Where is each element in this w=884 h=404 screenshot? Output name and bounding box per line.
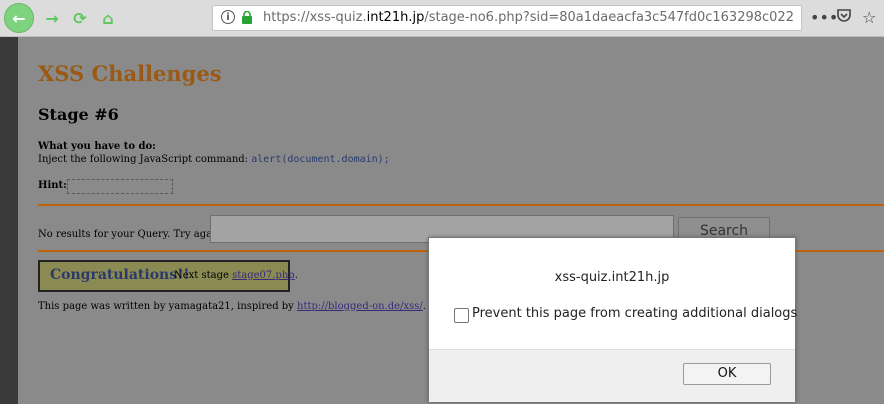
ok-button[interactable]: OK: [683, 363, 771, 385]
congrats-box: Congratulations!! Next stage stage07.php…: [38, 260, 298, 292]
alert-dialog: xss-quiz.int21h.jp Prevent this page fro…: [428, 237, 797, 402]
footer: This page was written by yamagata21, ins…: [38, 301, 426, 312]
url-text: https://xss-quiz.int21h.jp/stage-no6.php…: [263, 10, 794, 25]
congrats-title: Congratulations!!: [50, 267, 190, 283]
address-bar[interactable]: i https://xss-quiz.int21h.jp/stage-no6.p…: [212, 5, 802, 31]
reload-icon[interactable]: ⟳: [68, 6, 92, 30]
task-code: alert(document.domain);: [251, 154, 390, 165]
dialog-footer: OK: [429, 349, 795, 402]
dialog-message: xss-quiz.int21h.jp: [554, 270, 670, 285]
next-stage-text: Next stage stage07.php.: [174, 270, 298, 281]
divider-top: [38, 204, 884, 206]
info-icon[interactable]: i: [221, 10, 235, 24]
more-icon[interactable]: •••: [810, 8, 838, 27]
task-description: Inject the following JavaScript command:…: [38, 154, 390, 165]
forward-arrow-icon[interactable]: →: [40, 6, 64, 30]
side-strip: [0, 37, 18, 404]
back-arrow-icon[interactable]: ←: [4, 3, 34, 33]
prevent-dialogs-checkbox[interactable]: [454, 308, 469, 323]
query-message: No results for your Query. Try again:: [38, 229, 226, 240]
lock-icon: [242, 11, 252, 24]
hint-label: Hint:: [38, 180, 67, 191]
prevent-dialogs-label[interactable]: Prevent this page from creating addition…: [472, 306, 797, 321]
stage-heading: Stage #6: [38, 105, 119, 124]
task-heading: What you have to do:: [38, 141, 156, 152]
page-title: XSS Challenges: [38, 61, 222, 86]
hint-box[interactable]: [67, 179, 173, 194]
home-icon[interactable]: ⌂: [96, 6, 120, 30]
star-icon[interactable]: ☆: [862, 8, 876, 27]
browser-toolbar: ← → ⟳ ⌂ i https://xss-quiz.int21h.jp/sta…: [0, 0, 884, 37]
pocket-icon[interactable]: [836, 8, 852, 27]
footer-link[interactable]: http://blogged-on.de/xss/: [297, 301, 423, 312]
next-stage-link[interactable]: stage07.php: [232, 270, 295, 281]
